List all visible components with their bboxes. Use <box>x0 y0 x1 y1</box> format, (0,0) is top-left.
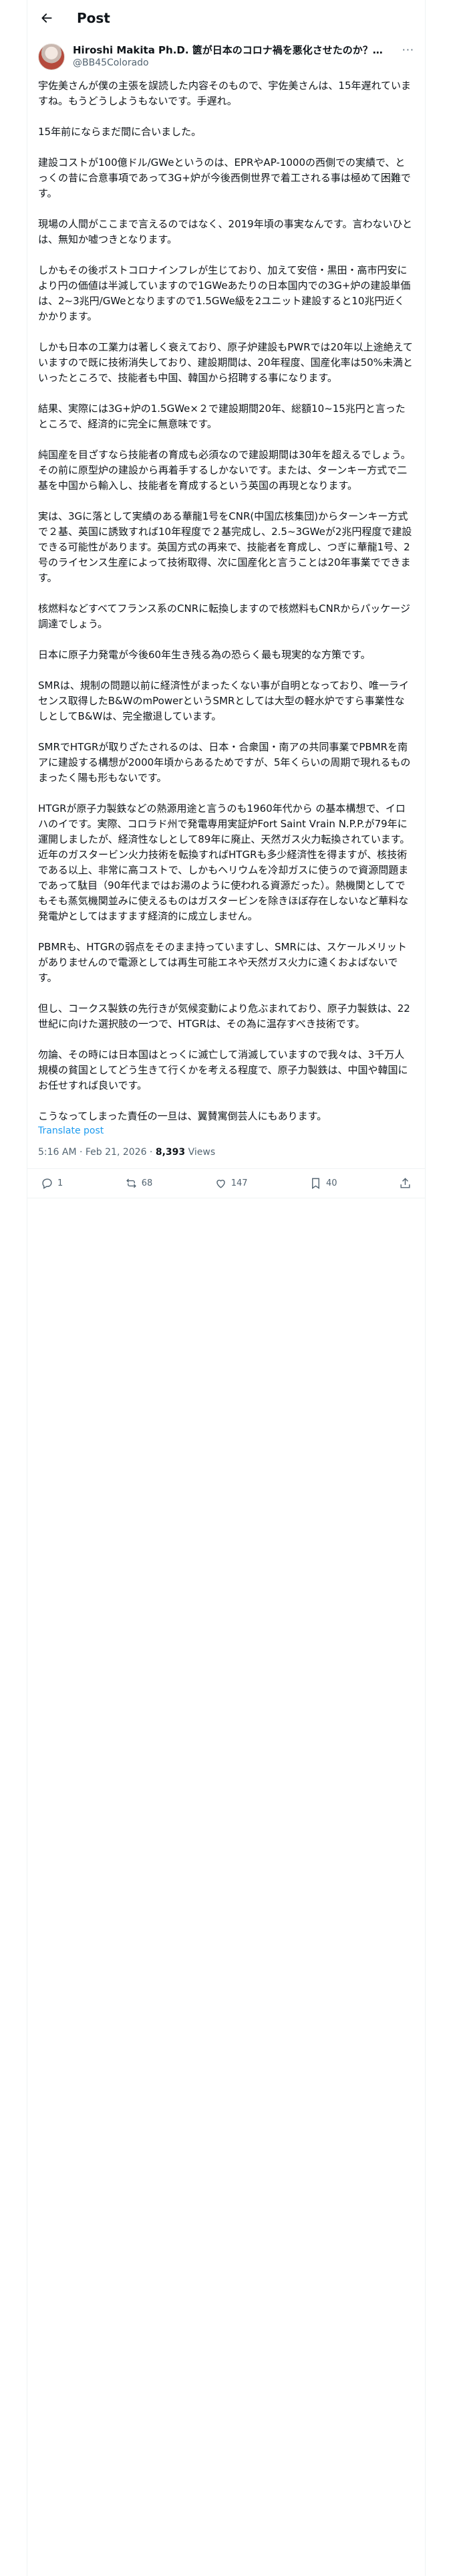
like-count: 147 <box>231 1178 248 1188</box>
post-paragraph: 結果、実際には3G+炉の1.5GWe×２で建設期間20年、総額10~15兆円と言… <box>38 403 406 430</box>
post-timestamp[interactable]: 5:16 AM · Feb 21, 2026 <box>38 1147 146 1158</box>
post-paragraph: しかも日本の工業力は著しく衰えており、原子炉建設もPWRでは20年以上途絶えてい… <box>38 341 413 384</box>
post-paragraph: SMRでHTGRが取りざたされるのは、日本・合衆国・南アの共同事業でPBMRを南… <box>38 741 411 784</box>
post-meta: 5:16 AM · Feb 21, 2026 · 8,393 Views <box>27 1136 425 1169</box>
share-button[interactable] <box>399 1177 412 1190</box>
top-bar: Post <box>27 0 425 35</box>
bookmark-count: 40 <box>325 1178 337 1188</box>
views-label: Views <box>185 1147 216 1158</box>
post-paragraph: 勿論、その時には日本国はとっくに滅亡して消滅していますので我々は、3千万人規模の… <box>38 1049 408 1091</box>
post-paragraph: しかもその後ポストコロナインフレが生じており、加えて安倍・黒田・高市円安により円… <box>38 264 411 322</box>
views-count: 8,393 <box>155 1147 186 1158</box>
post-paragraph: 日本に原子力発電が今後60年生き残る為の恐らく最も現実的な方策です。 <box>38 649 371 661</box>
more-icon[interactable]: ··· <box>402 43 414 56</box>
post-body: 宇佐美さんが僕の主張を誤読した内容そのもので、宇佐美さんは、15年遅れていますね… <box>27 70 425 1124</box>
page-title: Post <box>77 9 110 26</box>
meta-separator: · <box>146 1147 156 1158</box>
bookmark-button[interactable]: 40 <box>309 1177 337 1190</box>
reply-icon <box>42 1178 52 1189</box>
post-paragraph: 現場の人間がここまで言えるのではなく、2019年頃の事実なんです。言わないひとは… <box>38 218 413 245</box>
avatar[interactable] <box>38 43 65 70</box>
post-paragraph: 核燃料などすべてフランス系のCNRに転換しますので核燃料もCNRからパッケージ調… <box>38 603 410 630</box>
share-icon <box>400 1178 410 1188</box>
post-paragraph: 建設コストが100億ドル/GWeというのは、EPRやAP-1000の西側での実績… <box>38 156 411 199</box>
post-paragraph: 但し、コークス製鉄の先行きが気候変動により危ぶまれており、原子力製鉄は、22世紀… <box>38 1002 410 1030</box>
author-display-name[interactable]: Hiroshi Makita Ph.D. 篋が日本のコロナ禍を悪化させたのか？扶… <box>73 43 387 57</box>
back-arrow-icon <box>41 13 52 23</box>
action-bar: 1 68 147 40 <box>27 1169 425 1198</box>
post-author: Hiroshi Makita Ph.D. 篋が日本のコロナ禍を悪化させたのか？扶… <box>27 35 425 70</box>
post-column: Post Hiroshi Makita Ph.D. 篋が日本のコロナ禍を悪化させ… <box>27 0 426 2576</box>
like-button[interactable]: 147 <box>214 1177 248 1190</box>
post-paragraph: 15年前にならまだ間に合いました。 <box>38 126 202 138</box>
post-paragraph: 実は、3Gに落として実績のある華龍1号をCNR(中国広核集団)からターンキー方式… <box>38 510 412 584</box>
repost-button[interactable]: 68 <box>125 1177 153 1190</box>
post-paragraph: HTGRが原子力製鉄などの熱源用途と言うのも1960年代から の基本構想で、イロ… <box>38 802 410 922</box>
reply-button[interactable]: 1 <box>41 1177 63 1190</box>
author-handle[interactable]: @BB45Colorado <box>73 57 402 70</box>
repost-icon <box>126 1178 136 1188</box>
reply-count: 1 <box>57 1178 63 1188</box>
repost-count: 68 <box>141 1178 153 1188</box>
translate-post-link[interactable]: Translate post <box>27 1124 425 1136</box>
bookmark-icon <box>312 1178 319 1189</box>
post-paragraph: SMRは、規制の問題以前に経済性がまったくない事が自明となっており、唯一ライセン… <box>38 679 410 722</box>
back-button[interactable] <box>35 7 58 29</box>
post-paragraph: こうなってしまった責任の一旦は、翼賛寓倒芸人にもあります。 <box>38 1110 327 1122</box>
post-paragraph: 純国産を目ざすなら技能者の育成も必須なので建設期間は30年を超えるでしょう。その… <box>38 449 411 492</box>
post-paragraph: PBMRも、HTGRの弱点をそのまま持っていますし、SMRには、スケールメリット… <box>38 941 407 984</box>
author-names: Hiroshi Makita Ph.D. 篋が日本のコロナ禍を悪化させたのか？扶… <box>73 43 402 70</box>
post-paragraph: 宇佐美さんが僕の主張を誤読した内容そのもので、宇佐美さんは、15年遅れていますね… <box>38 80 412 107</box>
like-icon <box>216 1180 225 1188</box>
